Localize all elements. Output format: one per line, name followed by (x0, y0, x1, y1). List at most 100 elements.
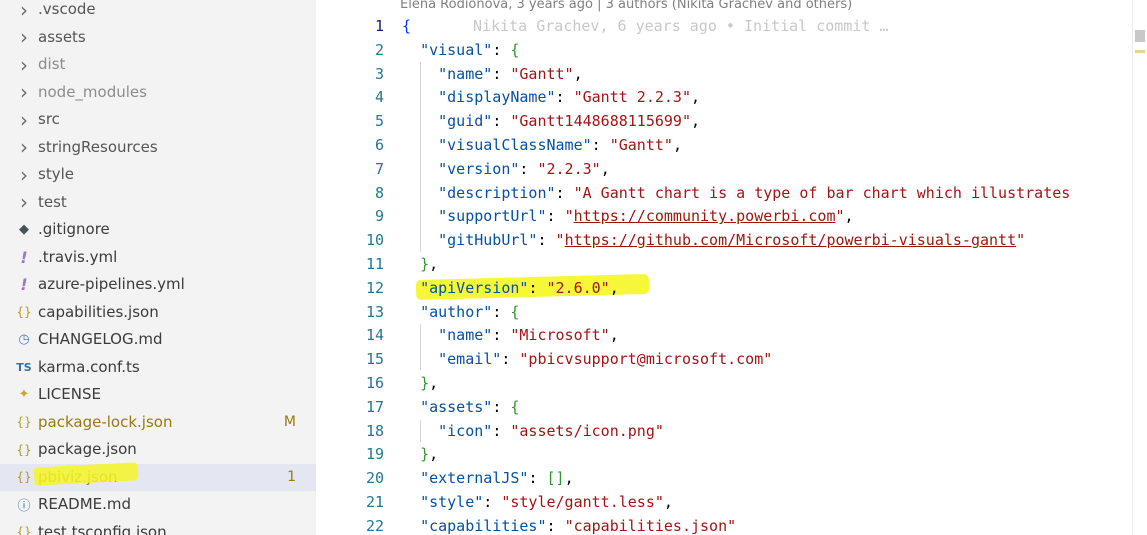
line-number: 19 (365, 445, 384, 464)
code-token: "author" (420, 302, 493, 321)
file-item[interactable]: {} capabilities.json (0, 299, 316, 326)
code-token: { (510, 397, 520, 416)
json-icon: {} (16, 442, 32, 457)
folder-item[interactable]: › style (0, 161, 316, 188)
tree-item-label: package.json (38, 440, 137, 458)
code-line[interactable]: "supportUrl": "https://community.powerbi… (402, 204, 853, 228)
vscode-window: › .vscode › assets › dist › node_modules › src › st… (0, 0, 1147, 535)
line-number: 17 (365, 397, 384, 416)
code-token: "pbicvsupport@microsoft.com" (519, 350, 773, 369)
code-token: : (555, 88, 574, 107)
folder-item[interactable]: › test (0, 189, 316, 216)
code-line[interactable]: {Nikita Grachev, 6 years ago • Initial c… (402, 14, 888, 38)
code-line[interactable]: "visualClassName": "Gantt", (402, 133, 682, 157)
file-item[interactable]: {} test.tsconfig.json (0, 519, 316, 535)
code-token: } (420, 445, 430, 464)
code-line[interactable]: "name": "Microsoft", (402, 323, 619, 347)
code-line[interactable]: "externalJS": [], (402, 466, 574, 490)
scrollbar-marker (1135, 50, 1145, 53)
code-token: "2.6.0" (546, 278, 610, 297)
line-number: 18 (365, 421, 384, 440)
line-number: 12 (365, 278, 384, 297)
chevron-right-icon: › (20, 25, 28, 49)
code-token: : (492, 40, 511, 59)
file-item[interactable]: ◷ CHANGELOG.md (0, 326, 316, 353)
code-token: "displayName" (438, 88, 556, 107)
code-token: , (609, 326, 619, 345)
chevron-right-icon: › (20, 0, 28, 22)
line-number: 6 (374, 136, 384, 154)
code-token: "externalJS" (420, 469, 529, 488)
code-token: : (483, 493, 502, 511)
code-line[interactable]: "assets": { (402, 395, 519, 419)
code-line[interactable]: "apiVersion": "2.6.0", (402, 276, 619, 300)
code-line[interactable]: "displayName": "Gantt 2.2.3", (402, 85, 700, 109)
code-line[interactable]: "email": "pbicvsupport@microsoft.com" (402, 347, 772, 371)
tree-item-label: dist (38, 55, 66, 73)
tree-item-label: stringResources (38, 137, 158, 156)
line-number: 13 (365, 302, 384, 321)
code-token: "gitHubUrl" (438, 231, 538, 250)
code-line[interactable]: "gitHubUrl": "https://github.com/Microso… (402, 228, 1025, 252)
code-line[interactable]: "version": "2.2.3", (402, 157, 610, 181)
folder-item[interactable]: › node_modules (0, 79, 316, 106)
blame-codelens[interactable]: Elena Rodionova, 3 years ago | 3 authors… (400, 0, 852, 14)
code-line[interactable]: }, (402, 442, 438, 466)
code-line[interactable]: "guid": "Gantt1448688115699", (402, 109, 700, 133)
tree-item-label: .gitignore (38, 220, 110, 238)
code-token: : (492, 112, 511, 131)
code-token: "Gantt" (609, 136, 673, 154)
tree-item-label: node_modules (38, 82, 147, 101)
code-line[interactable]: "capabilities": "capabilities.json" (402, 514, 736, 535)
tree-item-label: .travis.yml (38, 247, 118, 266)
file-item[interactable]: TS karma.conf.ts (0, 354, 316, 381)
line-number: 16 (365, 374, 384, 392)
file-item[interactable]: ✦ LICENSE (0, 381, 316, 408)
json-icon: {} (16, 470, 32, 484)
folder-item[interactable]: › dist (0, 51, 316, 78)
code-token: "name" (438, 64, 493, 83)
scrollbar-thumb[interactable] (1135, 30, 1145, 42)
vertical-scrollbar[interactable] (1132, 0, 1147, 535)
folder-item[interactable]: › stringResources (0, 134, 316, 161)
line-number: 10 (365, 231, 384, 250)
file-item[interactable]: {} package-lock.json M (0, 409, 316, 436)
file-item[interactable]: ⓘ README.md (0, 491, 316, 518)
code-line[interactable]: "author": { (402, 300, 519, 324)
line-number-gutter: 1 2 3 4 5 6 7 8 9 10 11 12 13 14 15 16 17 18 19 20 21 22 (316, 0, 384, 535)
folder-item[interactable]: › src (0, 106, 316, 133)
modified-badge: M (283, 413, 296, 430)
code-line[interactable]: "name": "Gantt", (402, 62, 583, 86)
code-token: "Gantt" (510, 64, 574, 83)
git-icon: ◆ (19, 222, 29, 237)
tree-item-label: README.md (38, 495, 132, 513)
code-line[interactable]: "visual": { (402, 38, 519, 62)
file-item[interactable]: ! .travis.yml (0, 244, 316, 271)
code-line[interactable]: "style": "style/gantt.less", (402, 490, 673, 514)
problems-badge: 1 (287, 468, 296, 485)
code-line[interactable]: "icon": "assets/icon.png" (402, 419, 664, 443)
tree-item-label: karma.conf.ts (38, 357, 140, 376)
line-number: 9 (374, 207, 384, 226)
code-line[interactable]: }, (402, 371, 438, 395)
code-editor[interactable]: Elena Rodionova, 3 years ago | 3 authors… (316, 0, 1147, 535)
file-item[interactable]: {} package.json (0, 436, 316, 463)
folder-item[interactable]: › assets (0, 24, 316, 51)
line-number: 14 (365, 326, 384, 345)
file-item[interactable]: ! azure-pipelines.yml (0, 271, 316, 298)
code-token: , (573, 64, 583, 83)
tree-item-label: test.tsconfig.json (38, 522, 167, 535)
code-token: , (691, 88, 701, 107)
code-line[interactable]: }, (402, 252, 438, 276)
code-token: "2.2.3" (537, 159, 601, 178)
code-line[interactable]: "description": "A Gantt chart is a type … (402, 181, 1070, 205)
file-explorer: › .vscode › assets › dist › node_modules › src › st… (0, 0, 316, 535)
file-item[interactable]: ◆ .gitignore (0, 216, 316, 243)
folder-item[interactable]: › .vscode (0, 0, 316, 23)
